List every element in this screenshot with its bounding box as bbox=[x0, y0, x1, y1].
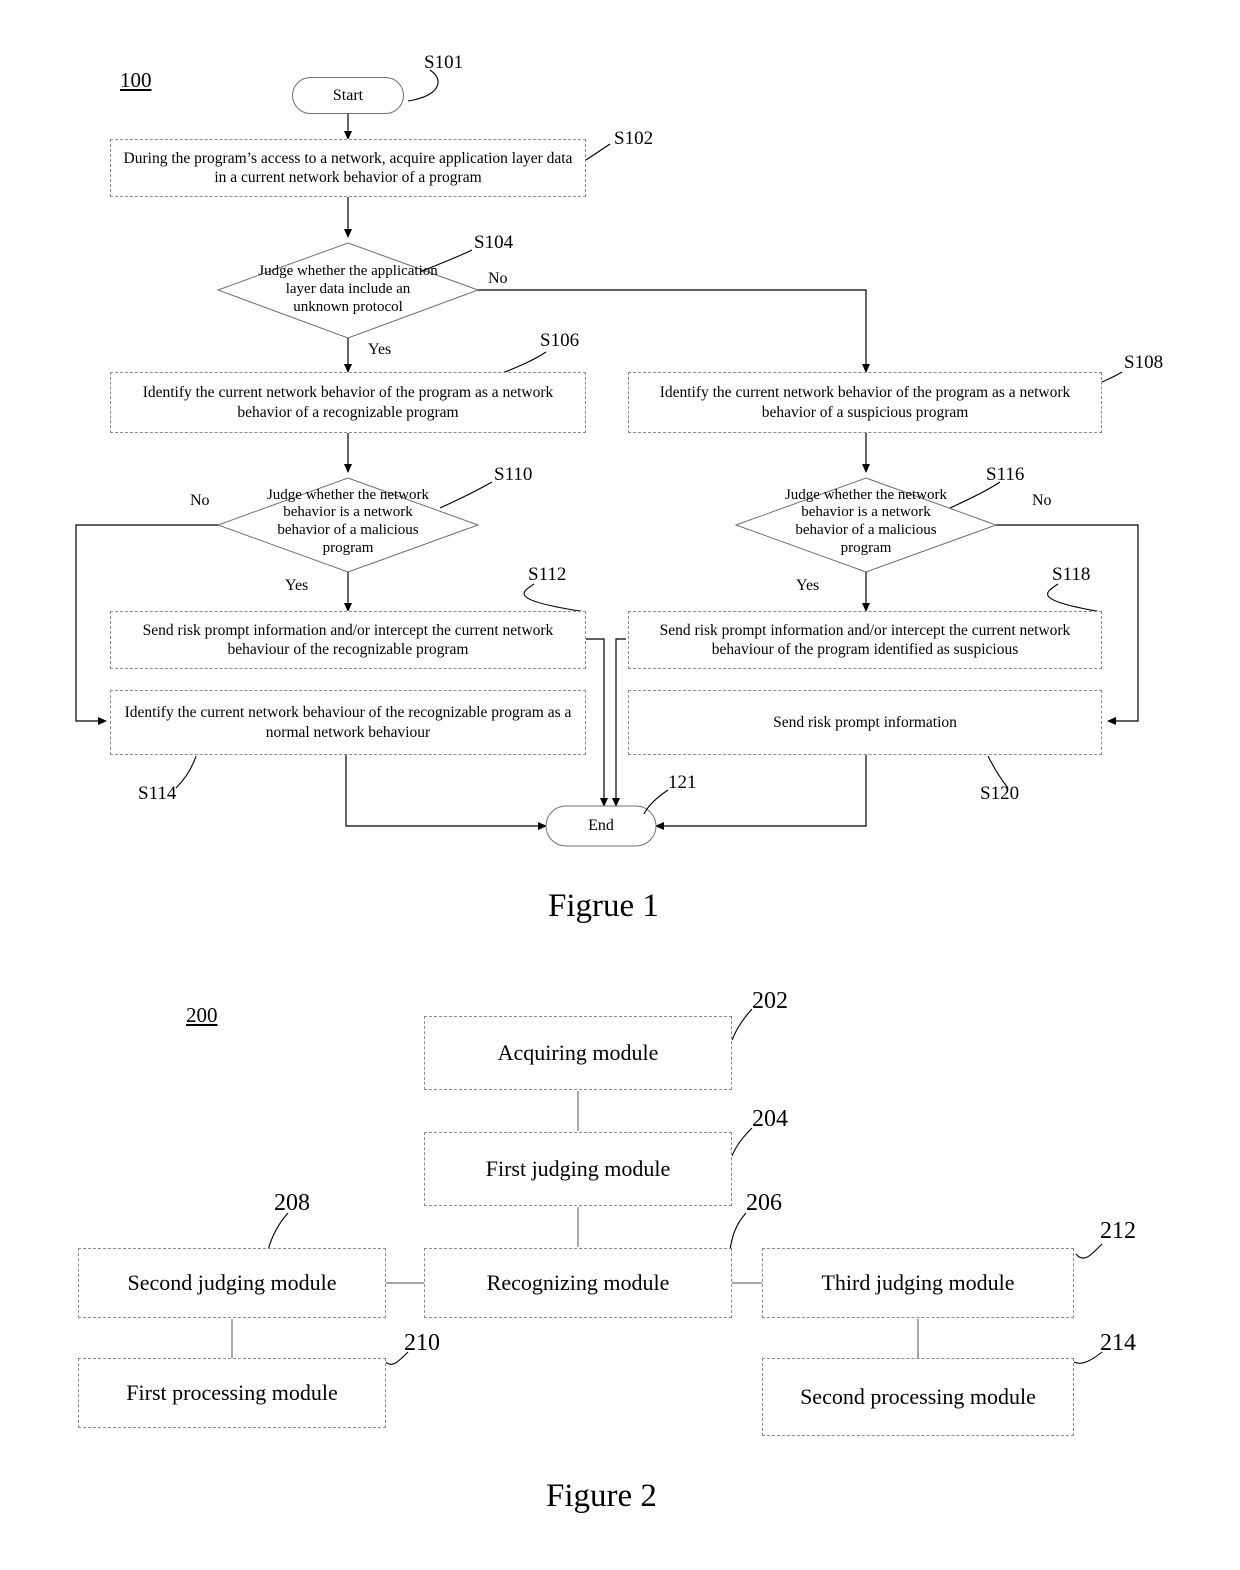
ref-212: 212 bbox=[1100, 1218, 1136, 1244]
edge-label-s116-no: No bbox=[1032, 492, 1052, 509]
module-acquiring-label: Acquiring module bbox=[497, 1040, 659, 1066]
flow-node-s116: Judge whether the network behavior is a … bbox=[776, 480, 956, 564]
module-third-judging: Third judging module bbox=[762, 1248, 1074, 1318]
module-recognizing: Recognizing module bbox=[424, 1248, 732, 1318]
ref-206: 206 bbox=[746, 1190, 782, 1216]
ref-s114: S114 bbox=[138, 783, 177, 804]
flow-node-s118-label: Send risk prompt information and/or inte… bbox=[659, 621, 1071, 658]
ref-s101: S101 bbox=[424, 52, 464, 73]
ref-s112: S112 bbox=[528, 564, 567, 585]
flow-node-s110-label: Judge whether the network behavior is a … bbox=[266, 486, 430, 556]
ref-s106: S106 bbox=[540, 330, 580, 351]
flow-node-start-label: Start bbox=[332, 86, 364, 104]
patent-drawing-sheet: 100 Start S101 During the program’s acce… bbox=[0, 0, 1240, 1570]
flow-node-end-label: End bbox=[588, 817, 614, 834]
flow-node-end: End bbox=[546, 806, 656, 846]
module-first-processing: First processing module bbox=[78, 1358, 386, 1428]
connector-lines bbox=[75, 69, 1139, 1365]
edge-label-s110-yes: Yes bbox=[285, 577, 309, 594]
flow-node-s108: Identify the current network behavior of… bbox=[628, 372, 1102, 433]
module-second-judging: Second judging module bbox=[78, 1248, 386, 1318]
flow-node-s118: Send risk prompt information and/or inte… bbox=[628, 611, 1102, 669]
ref-s116: S116 bbox=[986, 464, 1025, 485]
module-second-processing: Second processing module bbox=[762, 1358, 1074, 1436]
flow-node-s102: During the program’s access to a network… bbox=[110, 139, 586, 197]
figure2-ref-number: 200 bbox=[186, 1003, 218, 1027]
flow-node-s110: Judge whether the network behavior is a … bbox=[258, 480, 438, 564]
ref-214: 214 bbox=[1100, 1330, 1136, 1356]
module-first-processing-label: First processing module bbox=[126, 1380, 338, 1406]
figure1-caption: Figrue 1 bbox=[548, 888, 659, 924]
edge-label-s110-no: No bbox=[190, 492, 210, 509]
module-acquiring: Acquiring module bbox=[424, 1016, 732, 1090]
ref-210: 210 bbox=[404, 1330, 440, 1356]
edge-label-s104-no: No bbox=[488, 270, 508, 287]
ref-s108: S108 bbox=[1124, 352, 1164, 373]
module-second-processing-label: Second processing module bbox=[800, 1384, 1036, 1410]
module-second-judging-label: Second judging module bbox=[127, 1270, 337, 1296]
ref-204: 204 bbox=[752, 1106, 788, 1132]
flow-node-s114-label: Identify the current network behaviour o… bbox=[124, 704, 572, 741]
module-first-judging-label: First judging module bbox=[485, 1156, 671, 1182]
flow-node-s106: Identify the current network behavior of… bbox=[110, 372, 586, 433]
flow-node-s114: Identify the current network behaviour o… bbox=[110, 690, 586, 755]
edge-label-s116-yes: Yes bbox=[796, 577, 820, 594]
flow-node-s112: Send risk prompt information and/or inte… bbox=[110, 611, 586, 669]
ref-s110: S110 bbox=[494, 464, 533, 485]
flow-node-s120-label: Send risk prompt information bbox=[773, 713, 957, 731]
ref-208: 208 bbox=[274, 1190, 310, 1216]
module-third-judging-label: Third judging module bbox=[821, 1270, 1015, 1296]
flow-node-start: Start bbox=[292, 77, 404, 114]
flow-node-s104: Judge whether the application layer data… bbox=[258, 248, 438, 332]
flow-node-s102-label: During the program’s access to a network… bbox=[123, 149, 573, 186]
figure2-caption: Figure 2 bbox=[546, 1478, 657, 1514]
module-first-judging: First judging module bbox=[424, 1132, 732, 1206]
ref-121: 121 bbox=[668, 772, 697, 793]
edge-label-s104-yes: Yes bbox=[368, 341, 392, 358]
ref-s120: S120 bbox=[980, 783, 1020, 804]
flow-node-s106-label: Identify the current network behavior of… bbox=[142, 384, 554, 421]
figure1-ref-number: 100 bbox=[120, 68, 152, 92]
ref-s118: S118 bbox=[1052, 564, 1091, 585]
flow-node-s112-label: Send risk prompt information and/or inte… bbox=[142, 621, 554, 658]
flow-node-s120: Send risk prompt information bbox=[628, 690, 1102, 755]
ref-s104: S104 bbox=[474, 232, 514, 253]
flow-node-s108-label: Identify the current network behavior of… bbox=[659, 384, 1071, 421]
ref-s102: S102 bbox=[614, 128, 654, 149]
module-recognizing-label: Recognizing module bbox=[486, 1270, 670, 1296]
flow-node-s116-label: Judge whether the network behavior is a … bbox=[784, 486, 948, 556]
flow-node-s104-label: Judge whether the application layer data… bbox=[258, 263, 438, 315]
ref-202: 202 bbox=[752, 988, 788, 1014]
